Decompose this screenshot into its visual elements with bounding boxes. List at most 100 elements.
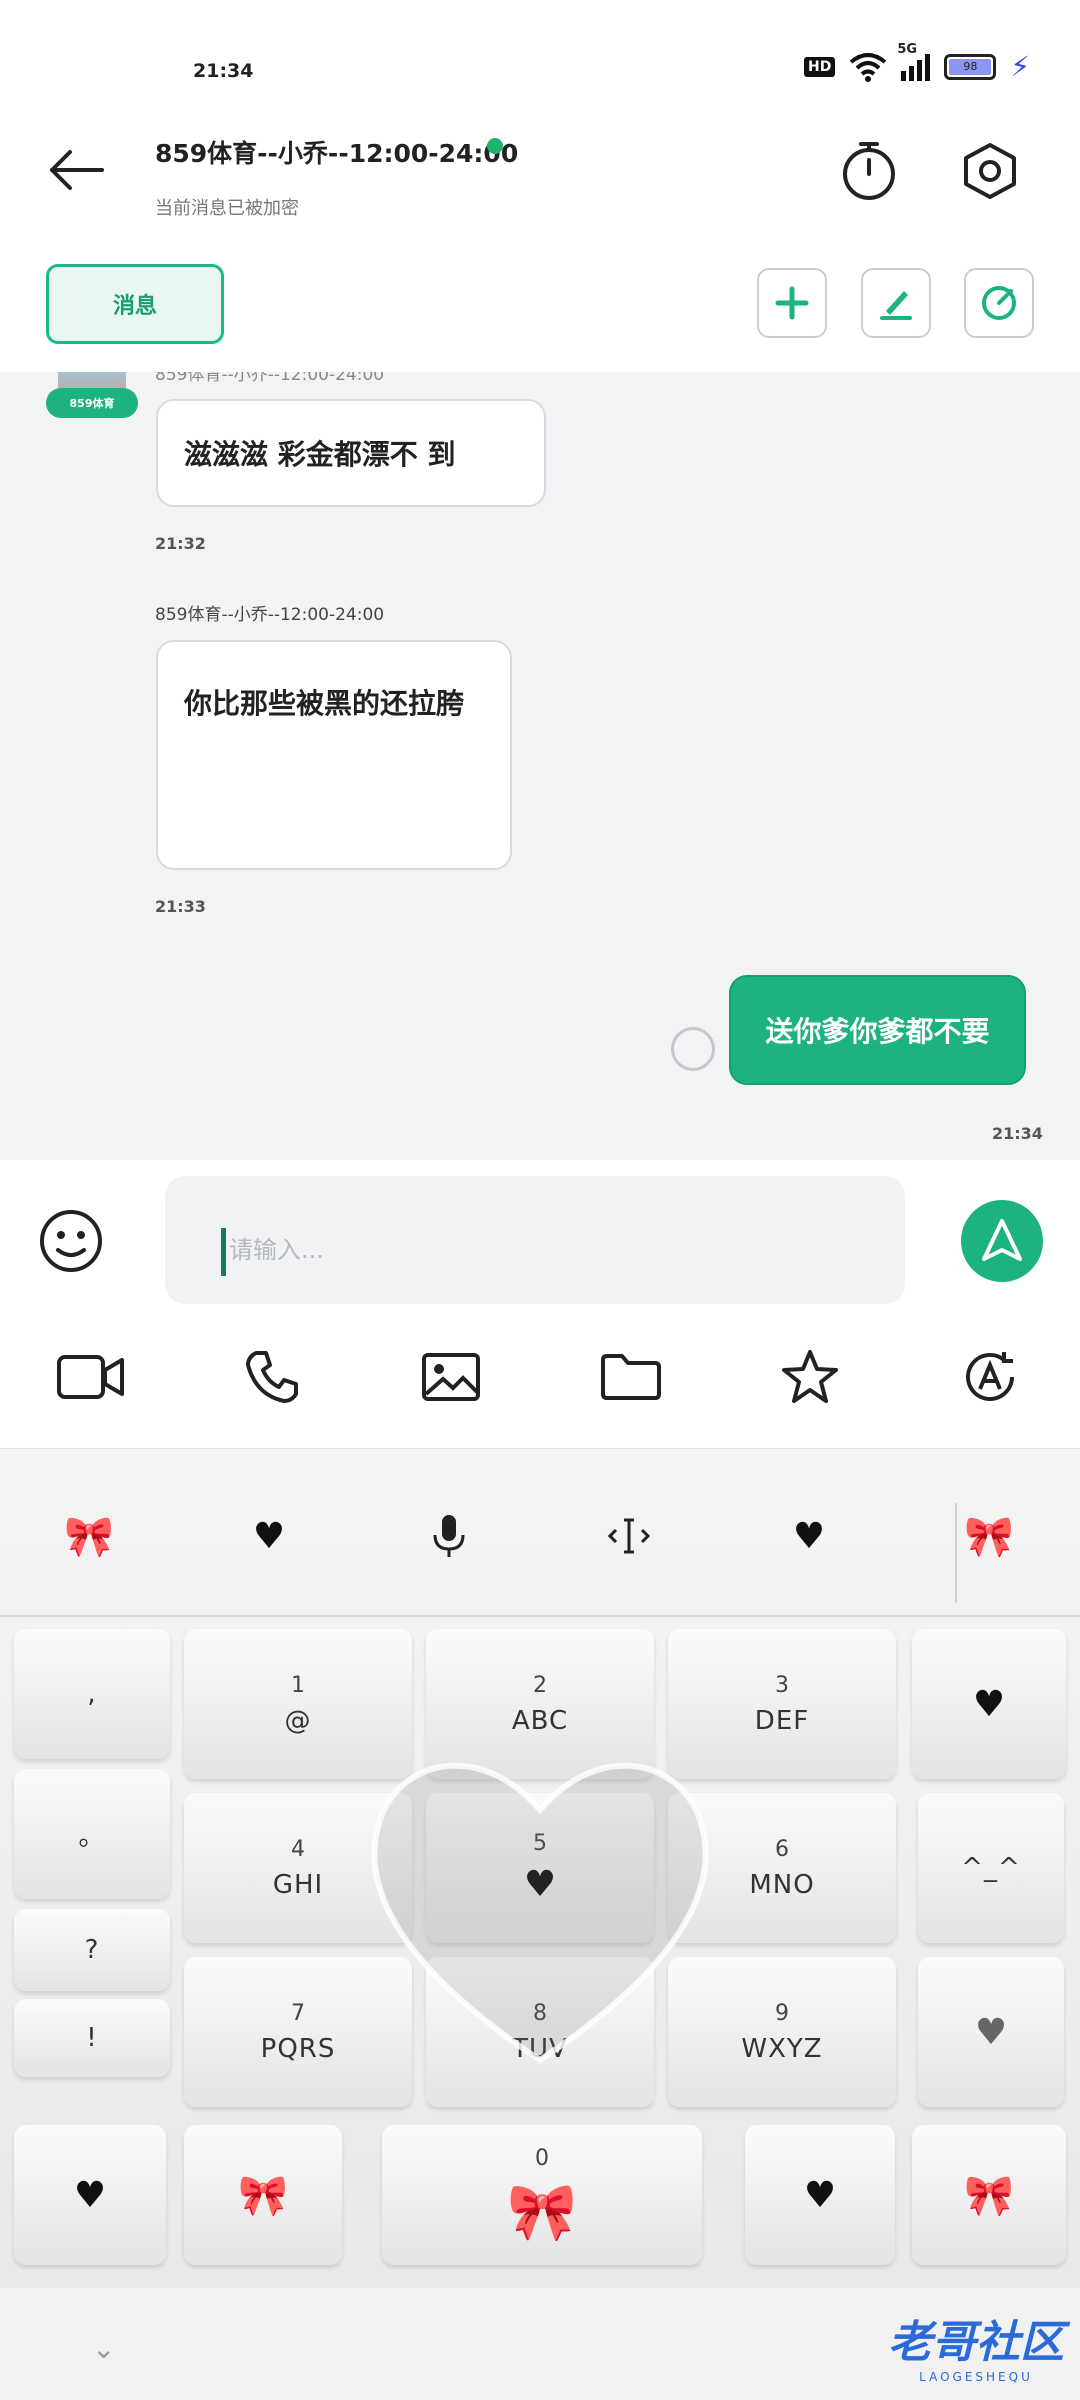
- key-question[interactable]: ?: [14, 1909, 170, 1991]
- message-input[interactable]: 请输入...: [165, 1176, 905, 1304]
- key-number: 7: [291, 2000, 305, 2026]
- message-bubble-in[interactable]: 滋滋滋 彩金都漂不 到: [156, 399, 546, 507]
- microphone-button[interactable]: [404, 1501, 494, 1571]
- key-number: 6: [775, 1836, 789, 1862]
- key-bow[interactable]: 🎀: [184, 2125, 342, 2265]
- key-label: ,: [87, 1679, 97, 1709]
- key-number: 4: [291, 1836, 305, 1862]
- avatar-badge: 859体育: [46, 388, 138, 418]
- watermark-logo: 老哥社区 LAOGESHEQU: [888, 2306, 1064, 2384]
- video-call-button[interactable]: [54, 1340, 128, 1414]
- collapse-keyboard-icon[interactable]: ⌄: [92, 2332, 115, 2365]
- bow-icon: 🎀: [507, 2179, 577, 2245]
- composer: 请输入...: [0, 1160, 1080, 1448]
- heart-icon[interactable]: ♥: [224, 1501, 314, 1571]
- message-bubble-out[interactable]: 送你爹你爹都不要: [729, 975, 1026, 1085]
- key-number: 0: [535, 2145, 549, 2171]
- image-button[interactable]: [414, 1340, 488, 1414]
- message-list[interactable]: 859体育 859体育--小乔--12:00-24:00 滋滋滋 彩金都漂不 到…: [0, 372, 1080, 1160]
- key-label: DEF: [754, 1705, 810, 1736]
- chat-header: 859体育--小乔--12:00-24:00 当前消息已被加密: [0, 130, 1080, 250]
- voice-call-button[interactable]: [235, 1340, 309, 1414]
- settings-hexagon-icon[interactable]: [962, 142, 1018, 200]
- charging-icon: ⚡: [1010, 50, 1030, 83]
- key-number: 2: [533, 1672, 547, 1698]
- send-arrow-icon: [982, 1219, 1022, 1261]
- phone-icon: [246, 1351, 298, 1403]
- key-label: @: [284, 1705, 312, 1736]
- signal-icon: 5G: [897, 42, 931, 81]
- battery-level: 98: [949, 59, 992, 75]
- chat-title: 859体育--小乔--12:00-24:00: [155, 139, 519, 168]
- online-indicator: [487, 138, 503, 154]
- target-button[interactable]: [964, 268, 1034, 338]
- cursor-move-button[interactable]: [584, 1501, 674, 1571]
- pen-icon: [880, 291, 912, 320]
- timer-icon[interactable]: [840, 140, 898, 202]
- face-label: ^_^: [961, 1853, 1021, 1883]
- key-number: 9: [775, 2000, 789, 2026]
- emoji-icon[interactable]: [38, 1208, 104, 1274]
- heart-icon[interactable]: ♥: [764, 1501, 854, 1571]
- status-time: 21:34: [193, 60, 254, 82]
- key-comma[interactable]: ,: [14, 1629, 170, 1759]
- key-number: 3: [775, 1672, 789, 1698]
- add-button[interactable]: [757, 268, 827, 338]
- keyboard-toolbar: 🎀 ♥ ♥ 🎀: [0, 1449, 1080, 1617]
- battery-icon: 98: [944, 54, 997, 80]
- folder-icon: [601, 1354, 661, 1400]
- select-message-radio[interactable]: [671, 1027, 715, 1071]
- watermark-subtext: LAOGESHEQU: [919, 2370, 1033, 2384]
- key-period[interactable]: 。: [14, 1769, 170, 1899]
- key-face[interactable]: ^_^: [918, 1793, 1064, 1943]
- key-enter[interactable]: 🎀: [912, 2125, 1066, 2265]
- status-icons: HD 5G 98 ⚡: [803, 42, 1030, 83]
- bottom-bar: ⌄ 老哥社区 LAOGESHEQU: [0, 2288, 1080, 2400]
- star-icon: [782, 1350, 838, 1403]
- network-type: 5G: [897, 41, 918, 57]
- status-bar: 21:34 HD 5G 98 ⚡: [0, 0, 1080, 130]
- bow-icon[interactable]: 🎀: [44, 1501, 134, 1571]
- message-sender: 859体育--小乔--12:00-24:00: [155, 605, 385, 625]
- key-label: PQRS: [260, 2033, 336, 2064]
- bow-icon: 🎀: [964, 2172, 1014, 2219]
- key-0-space[interactable]: 0 🎀: [382, 2125, 702, 2265]
- favorite-button[interactable]: [773, 1340, 847, 1414]
- hd-icon: HD: [803, 57, 836, 77]
- message-time: 21:33: [155, 897, 206, 916]
- key-label: GHI: [272, 1869, 324, 1900]
- key-exclaim[interactable]: !: [14, 1999, 170, 2077]
- wifi-icon: [850, 53, 887, 82]
- translate-icon: [966, 1352, 1014, 1401]
- plus-icon: [775, 286, 809, 320]
- microphone-icon: [433, 1515, 465, 1557]
- video-camera-icon: [57, 1355, 124, 1399]
- key-heart[interactable]: ♥: [745, 2125, 895, 2265]
- message-time: 21:32: [155, 534, 206, 553]
- heart-icon: ♥: [974, 2011, 1008, 2053]
- key-label: WXYZ: [741, 2033, 823, 2064]
- watermark-text: 老哥社区: [888, 2317, 1064, 2368]
- key-label: !: [86, 2023, 98, 2053]
- bow-icon[interactable]: 🎀: [944, 1501, 1034, 1571]
- heart-icon: ♥: [73, 2174, 107, 2216]
- edit-button[interactable]: [861, 268, 931, 338]
- key-label: MNO: [749, 1869, 815, 1900]
- heart-icon: ♥: [972, 1683, 1006, 1725]
- key-label: 。: [78, 1821, 106, 1852]
- send-button[interactable]: [961, 1200, 1043, 1282]
- key-delete[interactable]: ♥: [912, 1629, 1066, 1779]
- key-number: 1: [291, 1672, 305, 1698]
- key-symbols[interactable]: ♥: [14, 2125, 166, 2265]
- target-icon: [982, 286, 1016, 320]
- back-arrow-icon[interactable]: [48, 148, 104, 192]
- tab-messages[interactable]: 消息: [46, 264, 224, 344]
- translate-button[interactable]: [953, 1340, 1027, 1414]
- cursor-move-icon: [607, 1518, 651, 1554]
- file-button[interactable]: [594, 1340, 668, 1414]
- chat-toolbar: 消息: [0, 250, 1080, 372]
- image-icon: [422, 1353, 480, 1401]
- decorative-heart-icon: [371, 1762, 709, 2064]
- key-newline[interactable]: ♥: [918, 1957, 1064, 2107]
- message-bubble-in[interactable]: 你比那些被黑的还拉胯: [156, 640, 512, 870]
